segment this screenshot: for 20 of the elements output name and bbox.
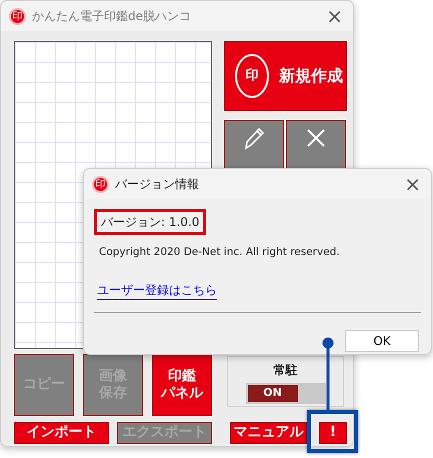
pencil-icon xyxy=(243,127,265,151)
app-icon: 印 xyxy=(92,176,109,192)
copyright-text: Copyright 2020 De-Net inc. All right reserved. xyxy=(99,245,340,260)
version-text: バージョン: 1.0.0 xyxy=(94,209,206,235)
seal-icon: 印 xyxy=(235,54,269,98)
info-button[interactable]: ! xyxy=(319,422,347,444)
group-label: 常駐 xyxy=(274,362,298,379)
manual-button[interactable]: マニュアル xyxy=(230,422,307,444)
new-button[interactable]: 印 新規作成 xyxy=(224,41,347,111)
app-icon: 印 xyxy=(9,8,26,24)
import-button[interactable]: インポート xyxy=(14,422,109,444)
ok-button[interactable]: OK xyxy=(345,330,419,352)
toggle-switch[interactable]: ON xyxy=(246,383,326,404)
stamp-panel-button[interactable]: 印鑑 パネル xyxy=(152,354,212,416)
window-title: バージョン情報 xyxy=(115,176,199,193)
close-icon xyxy=(305,127,327,149)
registration-link[interactable]: ユーザー登録はこちら xyxy=(97,280,217,300)
close-button[interactable]: × xyxy=(402,174,423,194)
close-button[interactable]: × xyxy=(324,6,345,26)
window-title: かんたん電子印鑑de脱ハンコ xyxy=(32,8,191,25)
